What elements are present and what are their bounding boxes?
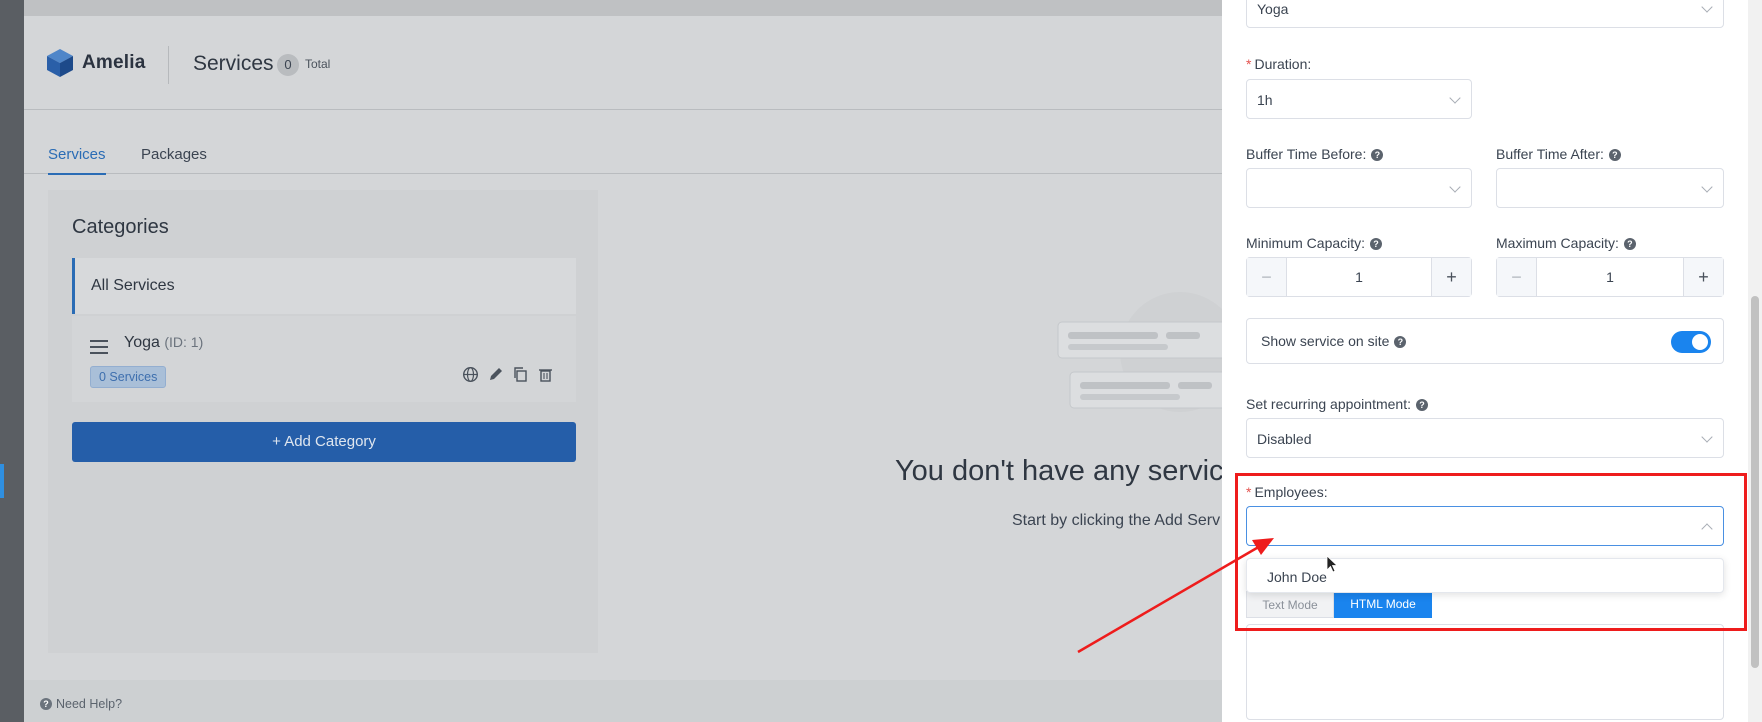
category-all-services[interactable]: All Services bbox=[72, 258, 576, 314]
page-header: Amelia Services 0 Total bbox=[24, 16, 1222, 110]
recurring-value: Disabled bbox=[1257, 431, 1312, 447]
help-icon[interactable]: ? bbox=[1623, 238, 1636, 250]
duplicate-icon[interactable] bbox=[512, 366, 529, 383]
help-icon[interactable]: ? bbox=[1371, 149, 1384, 161]
help-circle-icon: ? bbox=[40, 698, 52, 710]
chevron-down-icon bbox=[1449, 92, 1461, 104]
max-capacity-label-text: Maximum Capacity: bbox=[1496, 235, 1619, 251]
brand-name: Amelia bbox=[82, 52, 146, 73]
services-count-label: Total bbox=[305, 57, 331, 71]
services-count-badge: 0 bbox=[277, 54, 299, 76]
empty-state-subtitle: Start by clicking the Add Serv bbox=[1012, 512, 1221, 529]
duration-label-text: Duration: bbox=[1254, 56, 1312, 72]
duration-value: 1h bbox=[1257, 92, 1273, 108]
need-help-link[interactable]: ? Need Help? bbox=[40, 697, 122, 711]
required-asterisk: * bbox=[1246, 56, 1252, 72]
min-capacity-stepper[interactable]: − 1 + bbox=[1246, 257, 1472, 297]
category-select[interactable]: Yoga bbox=[1246, 0, 1724, 28]
categories-panel: Categories All Services Yoga (ID: 1) 0 S… bbox=[48, 190, 598, 653]
buffer-before-label: Buffer Time Before:? bbox=[1246, 146, 1384, 162]
description-textarea[interactable] bbox=[1246, 624, 1724, 720]
help-icon[interactable]: ? bbox=[1394, 336, 1407, 348]
admin-sidebar bbox=[0, 0, 24, 722]
add-category-label: Add Category bbox=[284, 433, 376, 450]
chevron-down-icon bbox=[1701, 1, 1713, 13]
recurring-label-text: Set recurring appointment: bbox=[1246, 396, 1411, 412]
chevron-down-icon bbox=[1449, 181, 1461, 193]
services-tabs: Services Packages bbox=[24, 110, 1222, 175]
min-capacity-label: Minimum Capacity:? bbox=[1246, 235, 1383, 251]
chevron-down-icon bbox=[1701, 431, 1713, 443]
category-actions bbox=[462, 366, 554, 383]
header-divider bbox=[168, 46, 169, 84]
page-title: Services bbox=[193, 52, 274, 75]
help-icon[interactable]: ? bbox=[1370, 238, 1383, 250]
buffer-after-label: Buffer Time After:? bbox=[1496, 146, 1621, 162]
max-capacity-value[interactable]: 1 bbox=[1537, 269, 1683, 285]
buffer-before-select[interactable] bbox=[1246, 168, 1472, 208]
help-icon[interactable]: ? bbox=[1415, 399, 1428, 411]
buffer-before-label-text: Buffer Time Before: bbox=[1246, 146, 1367, 162]
recurring-label: Set recurring appointment:? bbox=[1246, 396, 1428, 412]
increment-button[interactable]: + bbox=[1431, 258, 1471, 296]
services-page: Amelia Services 0 Total Services Package… bbox=[0, 0, 1222, 722]
categories-title: Categories bbox=[72, 216, 169, 238]
mouse-cursor-icon bbox=[1326, 555, 1338, 573]
empty-state-illustration-icon bbox=[1057, 292, 1222, 412]
sidebar-active-indicator bbox=[0, 464, 4, 498]
category-services-badge: 0 Services bbox=[90, 366, 167, 388]
footer-bar bbox=[24, 680, 1222, 722]
add-category-button[interactable]: + Add Category bbox=[72, 422, 576, 462]
scrollbar-thumb[interactable] bbox=[1751, 296, 1759, 668]
empty-state-title: You don't have any servic bbox=[895, 455, 1222, 487]
buffer-after-select[interactable] bbox=[1496, 168, 1724, 208]
max-capacity-stepper[interactable]: − 1 + bbox=[1496, 257, 1724, 297]
category-row-yoga[interactable]: Yoga (ID: 1) 0 Services bbox=[72, 316, 576, 402]
max-capacity-label: Maximum Capacity:? bbox=[1496, 235, 1636, 251]
duration-label: * Duration: bbox=[1246, 56, 1311, 72]
tab-packages[interactable]: Packages bbox=[141, 146, 207, 173]
category-all-label: All Services bbox=[91, 277, 175, 294]
drawer-scrollbar[interactable] bbox=[1748, 0, 1762, 722]
drag-handle-icon[interactable] bbox=[90, 340, 108, 354]
increment-button[interactable]: + bbox=[1683, 258, 1723, 296]
decrement-button[interactable]: − bbox=[1497, 258, 1537, 296]
trash-icon[interactable] bbox=[537, 366, 554, 383]
plus-icon: + bbox=[272, 433, 281, 450]
min-capacity-value[interactable]: 1 bbox=[1287, 269, 1431, 285]
category-id: (ID: 1) bbox=[164, 334, 204, 350]
show-on-site-label: Show service on site? bbox=[1261, 333, 1407, 349]
chevron-down-icon bbox=[1701, 181, 1713, 193]
amelia-cube-icon bbox=[47, 49, 73, 77]
show-on-site-box: Show service on site? bbox=[1246, 318, 1724, 364]
annotation-highlight-box bbox=[1235, 473, 1747, 631]
buffer-after-label-text: Buffer Time After: bbox=[1496, 146, 1604, 162]
globe-icon[interactable] bbox=[462, 366, 479, 383]
category-name: Yoga (ID: 1) bbox=[124, 334, 203, 352]
need-help-label: Need Help? bbox=[56, 697, 123, 711]
category-select-value: Yoga bbox=[1257, 1, 1289, 17]
tab-services[interactable]: Services bbox=[48, 146, 106, 175]
duration-select[interactable]: 1h bbox=[1246, 79, 1472, 119]
min-capacity-label-text: Minimum Capacity: bbox=[1246, 235, 1366, 251]
browser-top-strip bbox=[0, 0, 1222, 16]
show-on-site-toggle[interactable] bbox=[1671, 331, 1711, 353]
recurring-select[interactable]: Disabled bbox=[1246, 418, 1724, 458]
help-icon[interactable]: ? bbox=[1608, 149, 1621, 161]
amelia-logo[interactable]: Amelia bbox=[46, 48, 146, 78]
decrement-button[interactable]: − bbox=[1247, 258, 1287, 296]
show-on-site-label-text: Show service on site bbox=[1261, 333, 1390, 349]
category-name-text: Yoga bbox=[124, 334, 160, 351]
edit-pencil-icon[interactable] bbox=[487, 366, 504, 383]
